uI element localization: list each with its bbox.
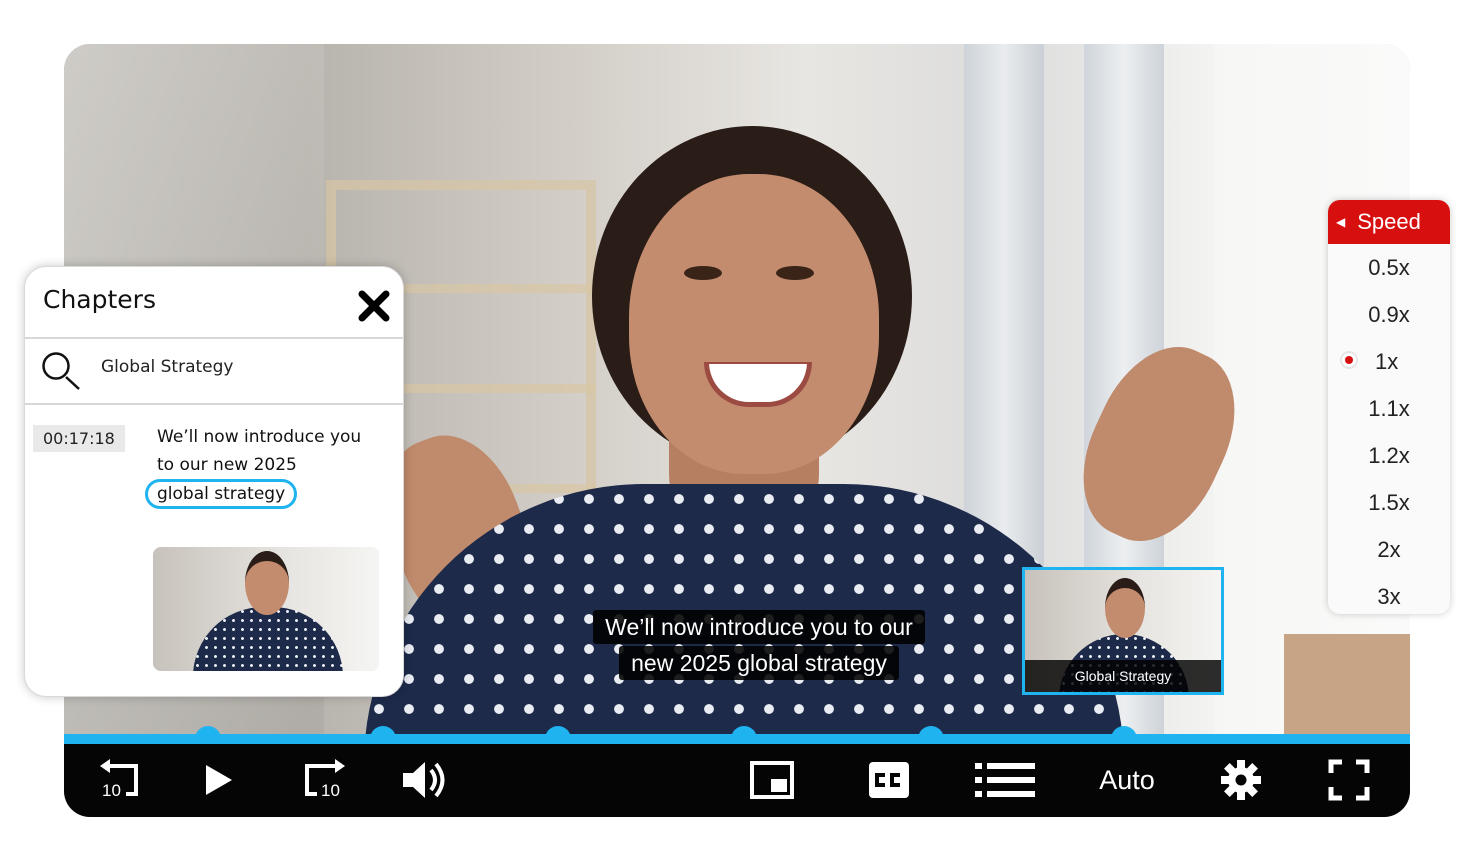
preview-chapter-label: Global Strategy [1025,660,1221,692]
quality-selector[interactable]: Auto [1092,752,1162,808]
settings-button[interactable] [1216,752,1266,808]
play-button[interactable] [194,752,244,808]
chapters-panel: Chapters 00:17:18 We’ll now introduce yo… [24,266,404,697]
gear-icon [1221,760,1261,800]
picture-in-picture-button[interactable] [747,752,797,808]
back-arrow-icon: ◀ [1336,215,1346,229]
chapters-search-input[interactable] [99,351,383,383]
forward-10-icon: 10 [305,759,345,800]
fullscreen-icon [1328,759,1370,801]
picture-in-picture-icon [750,761,794,799]
speed-option[interactable]: 1.1x [1328,385,1450,432]
control-bar: 10 10 Auto [64,744,1410,817]
speed-option[interactable]: 0.5x [1328,244,1450,291]
chapters-list-icon [975,763,1035,797]
close-icon [358,290,390,322]
play-icon [206,765,232,795]
seek-preview-thumbnail: Global Strategy [1022,567,1224,695]
subtitle-line-1: We’ll now introduce you to our [593,610,925,644]
speed-option[interactable]: 1.2x [1328,432,1450,479]
selected-radio-icon [1342,353,1356,367]
closed-captions-button[interactable] [864,752,914,808]
forward-10-button[interactable]: 10 [296,752,352,808]
chapter-timestamp[interactable]: 00:17:18 [33,425,125,452]
presenter-face [629,174,879,474]
speed-menu: ◀ Speed 0.5x 0.9x 1x 1.1x 1.2x 1.5x 2x 3… [1328,200,1450,614]
speed-option[interactable]: 2x [1328,526,1450,573]
speed-option-selected[interactable]: 1x [1328,338,1450,385]
search-match-highlight: global strategy [145,479,298,509]
chapter-thumbnail[interactable] [153,547,379,671]
volume-icon [403,762,445,798]
speed-option[interactable]: 3x [1328,573,1450,614]
svg-text:10: 10 [321,781,340,800]
close-button[interactable] [357,289,391,323]
speed-option[interactable]: 1.5x [1328,479,1450,526]
speed-option[interactable]: 0.9x [1328,291,1450,338]
divider [25,337,403,339]
speed-menu-header[interactable]: ◀ Speed [1328,200,1450,244]
chapters-title: Chapters [43,285,156,314]
chapter-transcript-text[interactable]: We’ll now introduce you to our new 2025 … [145,423,377,509]
volume-button[interactable] [398,752,452,808]
rewind-10-button[interactable]: 10 [92,752,148,808]
chapters-list-button[interactable] [972,752,1038,808]
closed-captions-icon [869,762,909,798]
fullscreen-button[interactable] [1326,752,1372,808]
svg-text:10: 10 [102,781,121,800]
subtitle-line-2: new 2025 global strategy [619,646,899,680]
search-icon [41,351,85,400]
divider [25,403,403,405]
rewind-10-icon: 10 [100,759,138,800]
